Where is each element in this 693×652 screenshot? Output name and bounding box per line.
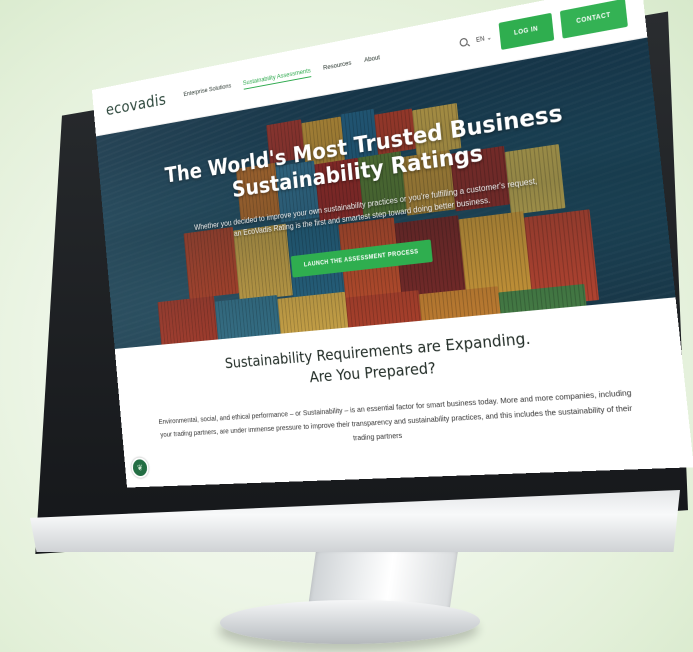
desktop-scene: ecovadis Enterprise Solutions Sustainabi… — [0, 0, 693, 652]
language-label: EN — [476, 36, 485, 44]
language-selector[interactable]: EN ⌄ — [476, 34, 492, 44]
nav-link-about[interactable]: About — [364, 54, 381, 66]
screen-wrapper: ecovadis Enterprise Solutions Sustainabi… — [60, 38, 670, 498]
login-button[interactable]: LOG IN — [498, 12, 554, 49]
nav-link-sustainability-assessments[interactable]: Sustainability Assessments — [243, 67, 312, 89]
monitor-stand-base — [215, 600, 484, 644]
leaf-chat-icon[interactable]: ❦ — [131, 457, 150, 478]
ecovadis-logo[interactable]: ecovadis — [105, 90, 167, 120]
nav-link-resources[interactable]: Resources — [323, 60, 352, 74]
chevron-down-icon: ⌄ — [486, 34, 492, 42]
contact-button[interactable]: CONTACT — [560, 0, 628, 38]
search-icon[interactable] — [459, 37, 469, 48]
nav-link-enterprise-solutions[interactable]: Enterprise Solutions — [183, 83, 231, 100]
browser-screen: ecovadis Enterprise Solutions Sustainabi… — [92, 0, 693, 488]
section-body-text: Environmental, social, and ethical perfo… — [152, 385, 644, 455]
